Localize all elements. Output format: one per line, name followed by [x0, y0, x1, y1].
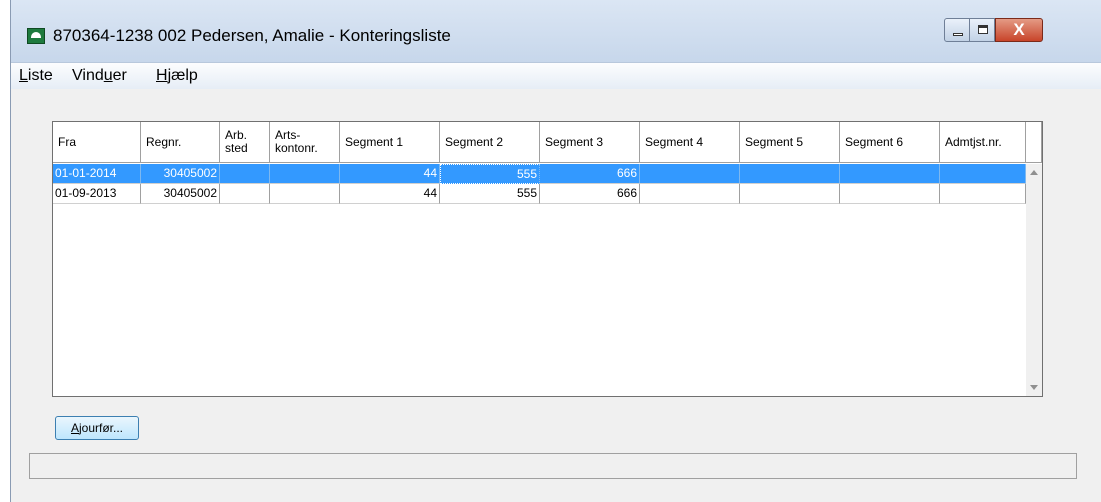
table-cell[interactable]	[640, 164, 740, 184]
scroll-up-icon[interactable]	[1030, 170, 1038, 175]
table-cell[interactable]: 01-09-2013	[53, 184, 141, 204]
status-bar	[29, 453, 1077, 479]
column-header[interactable]: Segment 3	[540, 122, 640, 163]
table-cell[interactable]	[840, 164, 940, 184]
minimize-button[interactable]	[944, 18, 970, 42]
table-cell[interactable]: 666	[540, 164, 640, 184]
column-header[interactable]: Segment 5	[740, 122, 840, 163]
title-bar[interactable]: 870364-1238 002 Pedersen, Amalie - Konte…	[11, 0, 1101, 62]
table-cell[interactable]	[740, 184, 840, 204]
kontering-table[interactable]: Fra Regnr. Arb. sted Arts-kontonr. Segment 1S…	[52, 121, 1043, 397]
table-cell[interactable]: 30405002	[141, 164, 220, 184]
menu-bar: Liste Vinduer Hjælp	[11, 62, 1101, 90]
table-cell[interactable]: 01-01-2014	[53, 164, 141, 184]
table-cell[interactable]	[220, 184, 270, 204]
table-cell[interactable]	[270, 184, 340, 204]
table-cell[interactable]	[270, 164, 340, 184]
header-filler	[1026, 122, 1042, 163]
table-cell[interactable]: 44	[340, 164, 440, 184]
menu-hjaelp[interactable]: Hjælp	[156, 67, 198, 85]
column-header[interactable]: Segment 1	[340, 122, 440, 163]
menu-vinduer[interactable]: Vinduer	[72, 67, 127, 85]
column-header[interactable]: Regnr.	[141, 122, 220, 163]
table-cell[interactable]	[220, 164, 270, 184]
table-cell[interactable]	[940, 164, 1026, 184]
table-cell[interactable]: 555	[440, 164, 540, 184]
table-cell[interactable]	[640, 184, 740, 204]
table-cell[interactable]	[840, 184, 940, 204]
menu-liste[interactable]: Liste	[19, 67, 53, 85]
table-cell[interactable]	[940, 184, 1026, 204]
vertical-scrollbar[interactable]	[1026, 164, 1042, 396]
close-button[interactable]: X	[995, 18, 1043, 42]
column-header[interactable]: Fra	[53, 122, 141, 163]
table-row[interactable]: 01-09-2013 30405002 44 555 666	[53, 184, 1026, 204]
column-header[interactable]: Admtjst.nr.	[940, 122, 1026, 163]
table-cell[interactable]	[740, 164, 840, 184]
maximize-button[interactable]	[969, 18, 995, 42]
column-header[interactable]: Arts-kontonr.	[270, 122, 340, 163]
table-cell[interactable]: 30405002	[141, 184, 220, 204]
window-title: 870364-1238 002 Pedersen, Amalie - Konte…	[53, 26, 451, 45]
app-icon[interactable]	[27, 28, 45, 44]
close-icon: X	[1013, 20, 1025, 39]
ajourfor-button[interactable]: Ajourfør...	[55, 416, 139, 440]
column-header[interactable]: Arb. sted	[220, 122, 270, 163]
scroll-down-icon[interactable]	[1030, 385, 1038, 390]
table-row[interactable]: 01-01-2014 30405002 44 555 666	[53, 164, 1026, 184]
table-cell[interactable]: 555	[440, 184, 540, 204]
column-header[interactable]: Segment 6	[840, 122, 940, 163]
column-header[interactable]: Segment 4	[640, 122, 740, 163]
table-header: Fra Regnr. Arb. sted Arts-kontonr. Segment 1S…	[53, 122, 1042, 164]
table-cell[interactable]: 666	[540, 184, 640, 204]
column-header[interactable]: Segment 2	[440, 122, 540, 163]
client-area: Fra Regnr. Arb. sted Arts-kontonr. Segment 1S…	[11, 89, 1101, 502]
table-cell[interactable]: 44	[340, 184, 440, 204]
application-window: 870364-1238 002 Pedersen, Amalie - Konte…	[10, 0, 1101, 502]
